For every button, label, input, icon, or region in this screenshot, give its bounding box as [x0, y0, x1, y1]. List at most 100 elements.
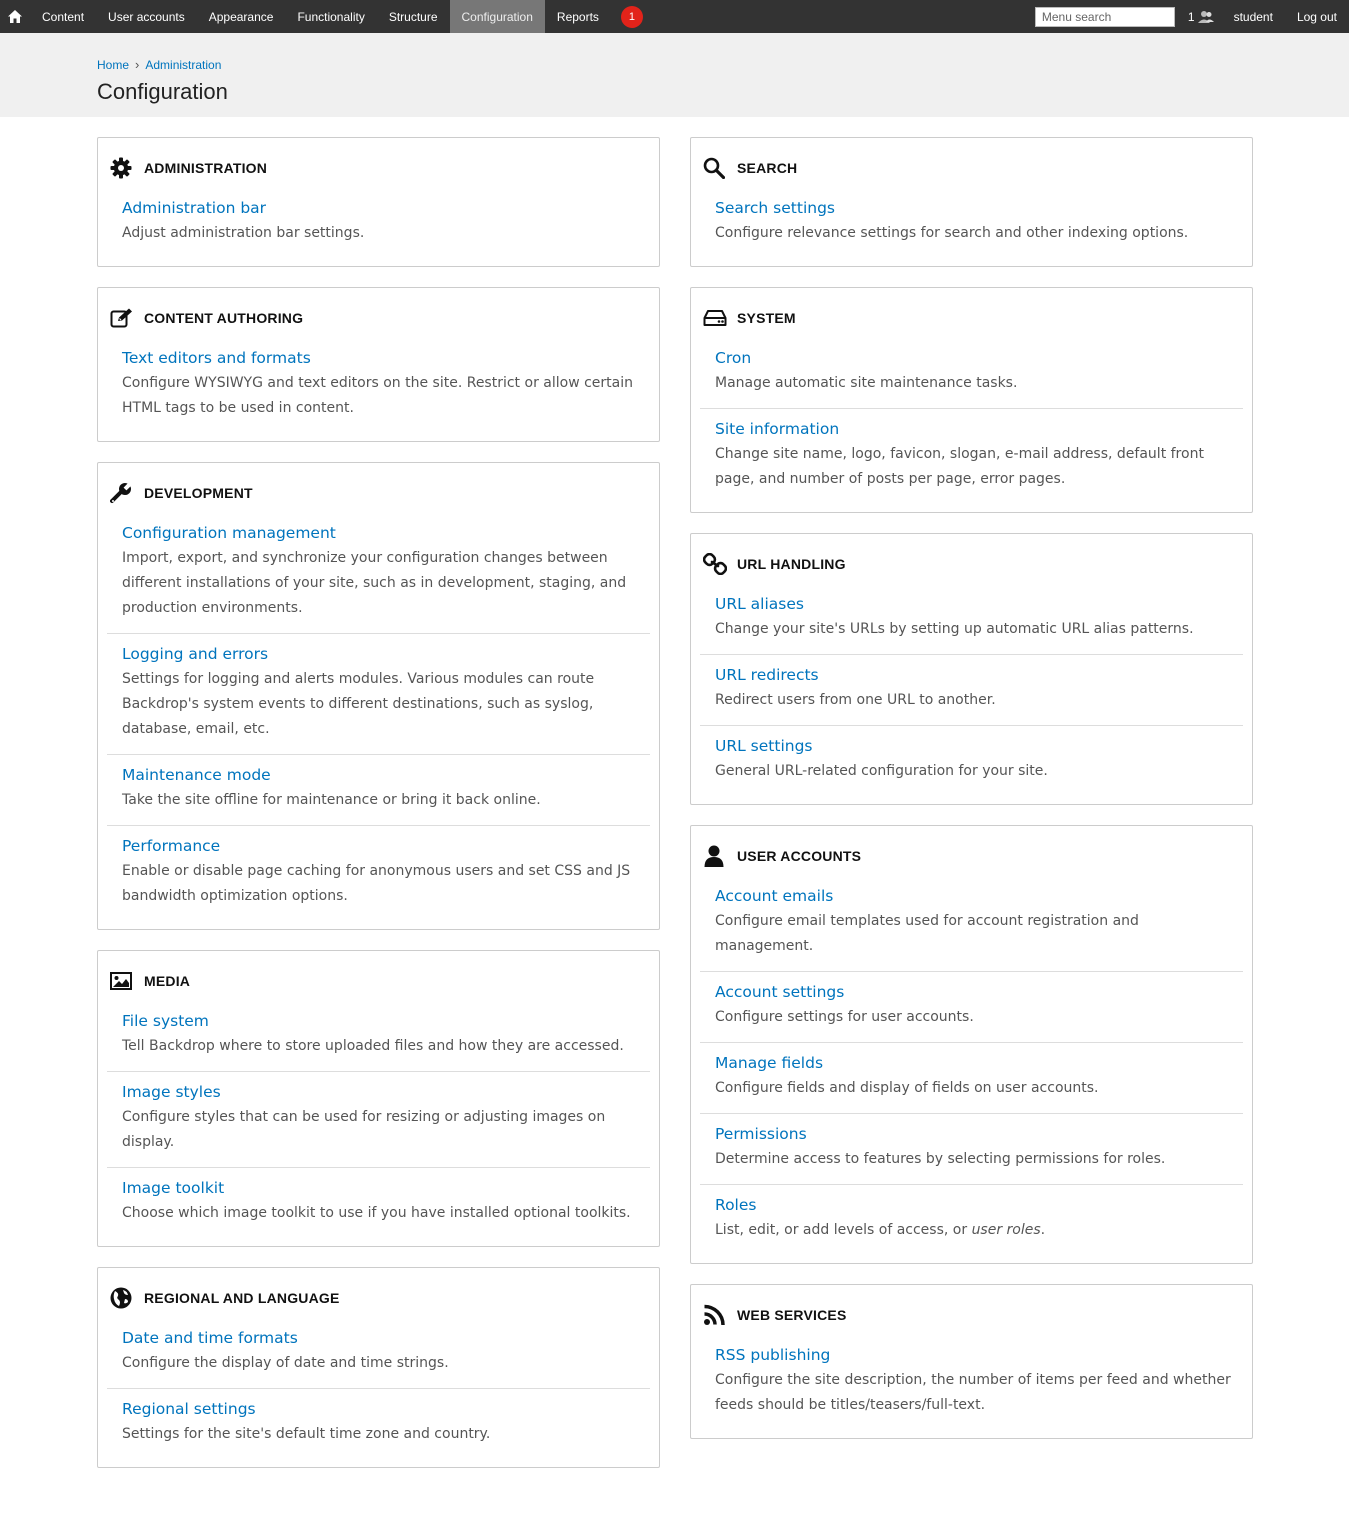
- link-file-system[interactable]: File system: [122, 1011, 209, 1032]
- config-item: Text editors and formats Configure WYSIWY…: [107, 338, 650, 441]
- config-item: URL settings General URL-related configur…: [700, 725, 1243, 804]
- breadcrumb-home[interactable]: Home: [97, 58, 129, 72]
- panel-administration: Administration Administration bar Adjust a…: [97, 137, 660, 267]
- item-description: Configure the site description, the numb…: [715, 1368, 1243, 1418]
- config-item: Image toolkit Choose which image toolkit …: [107, 1167, 650, 1246]
- panel-header: Search: [703, 157, 1243, 179]
- nav-content[interactable]: Content: [30, 0, 96, 33]
- link-url-aliases[interactable]: URL aliases: [715, 594, 804, 615]
- description-text: Tell Backdrop where to store uploaded fi…: [122, 1038, 624, 1054]
- online-users-count: 1: [1187, 9, 1195, 24]
- link-permissions[interactable]: Permissions: [715, 1124, 807, 1145]
- notification-badge[interactable]: 1: [611, 0, 653, 33]
- description-text: Configure email templates used for accou…: [715, 913, 1139, 954]
- item-description: Redirect users from one URL to another.: [715, 688, 1243, 713]
- link-roles[interactable]: Roles: [715, 1195, 756, 1216]
- panel-items: URL aliases Change your site's URLs by se…: [700, 584, 1243, 804]
- menu-search-input[interactable]: [1034, 6, 1175, 27]
- item-description: Configure the display of date and time s…: [122, 1351, 650, 1376]
- panel-title: Content authoring: [144, 310, 304, 326]
- link-rss-publishing[interactable]: RSS publishing: [715, 1345, 830, 1366]
- link-logging-and-errors[interactable]: Logging and errors: [122, 644, 268, 665]
- page-header: Home › Administration Configuration: [0, 33, 1349, 117]
- panel-items: RSS publishing Configure the site descrip…: [700, 1335, 1243, 1438]
- link-administration-bar[interactable]: Administration bar: [122, 198, 266, 219]
- config-item: URL redirects Redirect users from one URL…: [700, 654, 1243, 725]
- user-account-link[interactable]: student: [1222, 10, 1285, 24]
- description-text: Change site name, logo, favicon, slogan,…: [715, 446, 1204, 487]
- config-item: Cron Manage automatic site maintenance ta…: [700, 338, 1243, 408]
- link-url-redirects[interactable]: URL redirects: [715, 665, 819, 686]
- link-account-emails[interactable]: Account emails: [715, 886, 833, 907]
- panel-items: Search settings Configure relevance setti…: [700, 188, 1243, 266]
- link-image-styles[interactable]: Image styles: [122, 1082, 221, 1103]
- item-description: Change site name, logo, favicon, slogan,…: [715, 442, 1243, 492]
- description-text: Enable or disable page caching for anony…: [122, 863, 631, 904]
- panel-items: Text editors and formats Configure WYSIWY…: [107, 338, 650, 441]
- description-text: Manage automatic site maintenance tasks.: [715, 375, 1018, 391]
- link-performance[interactable]: Performance: [122, 836, 220, 857]
- link-site-information[interactable]: Site information: [715, 419, 839, 440]
- description-text: Configure fields and display of fields o…: [715, 1080, 1099, 1096]
- link-cron[interactable]: Cron: [715, 348, 751, 369]
- description-text: Configure WYSIWYG and text editors on th…: [122, 375, 633, 416]
- item-description: Take the site offline for maintenance or…: [122, 788, 650, 813]
- nav-configuration[interactable]: Configuration: [449, 0, 545, 33]
- item-description: Adjust administration bar settings.: [122, 221, 650, 246]
- description-emphasis: user roles: [971, 1222, 1041, 1238]
- link-account-settings[interactable]: Account settings: [715, 982, 844, 1003]
- panel-title: User accounts: [737, 848, 862, 864]
- link-image-toolkit[interactable]: Image toolkit: [122, 1178, 224, 1199]
- item-description: Tell Backdrop where to store uploaded fi…: [122, 1034, 650, 1059]
- nav-user-accounts[interactable]: User accounts: [96, 0, 197, 33]
- description-text: List, edit, or add levels of access, or: [715, 1222, 972, 1238]
- panel-header: Media: [110, 970, 650, 992]
- notification-count: 1: [620, 5, 643, 28]
- panel-url-handling: URL handling URL aliases Change your site'…: [690, 533, 1253, 805]
- gear-icon: [110, 157, 134, 179]
- link-manage-fields[interactable]: Manage fields: [715, 1053, 823, 1074]
- panel-title: System: [737, 310, 796, 326]
- panel-title: Media: [144, 973, 191, 989]
- link-configuration-management[interactable]: Configuration management: [122, 523, 336, 544]
- nav-reports[interactable]: Reports: [545, 0, 611, 33]
- panel-header: User accounts: [703, 845, 1243, 867]
- nav-structure[interactable]: Structure: [377, 0, 450, 33]
- nav-functionality[interactable]: Functionality: [285, 0, 376, 33]
- item-description: Configure WYSIWYG and text editors on th…: [122, 371, 650, 421]
- description-text: Configure the site description, the numb…: [715, 1372, 1231, 1413]
- panel-items: Configuration management Import, export, …: [107, 513, 650, 929]
- page-title: Configuration: [97, 79, 228, 104]
- panel-header: Development: [110, 482, 650, 504]
- left-column: Administration Administration bar Adjust a…: [97, 137, 660, 1468]
- panel-title: URL handling: [737, 556, 846, 572]
- hard-drive-icon: [703, 307, 727, 329]
- config-item: Administration bar Adjust administration …: [107, 188, 650, 266]
- config-item: Manage fields Configure fields and displa…: [700, 1042, 1243, 1113]
- admin-bar: Content User accounts Appearance Functio…: [0, 0, 1349, 33]
- item-description: Manage automatic site maintenance tasks.: [715, 371, 1243, 396]
- logout-link[interactable]: Log out: [1285, 10, 1349, 24]
- description-text: Adjust administration bar settings.: [122, 225, 365, 241]
- item-description: Enable or disable page caching for anony…: [122, 859, 650, 909]
- link-search-settings[interactable]: Search settings: [715, 198, 835, 219]
- globe-icon: [110, 1287, 134, 1309]
- panel-items: Cron Manage automatic site maintenance ta…: [700, 338, 1243, 512]
- panel-title: Web services: [737, 1307, 847, 1323]
- breadcrumb-administration[interactable]: Administration: [145, 58, 221, 72]
- nav-appearance[interactable]: Appearance: [197, 0, 286, 33]
- description-text: Change your site's URLs by setting up au…: [715, 621, 1194, 637]
- online-users[interactable]: 1: [1185, 10, 1222, 24]
- link-regional-settings[interactable]: Regional settings: [122, 1399, 256, 1420]
- link-maintenance-mode[interactable]: Maintenance mode: [122, 765, 271, 786]
- config-item: Logging and errors Settings for logging a…: [107, 633, 650, 754]
- home-link[interactable]: [0, 0, 30, 33]
- image-icon: [110, 970, 134, 992]
- item-description: Settings for the site's default time zon…: [122, 1422, 650, 1447]
- description-text: Redirect users from one URL to another.: [715, 692, 996, 708]
- link-url-settings[interactable]: URL settings: [715, 736, 813, 757]
- link-text-editors-and-formats[interactable]: Text editors and formats: [122, 348, 311, 369]
- right-column: Search Search settings Configure relevance…: [690, 137, 1253, 1439]
- link-date-and-time-formats[interactable]: Date and time formats: [122, 1328, 298, 1349]
- item-description: Choose which image toolkit to use if you…: [122, 1201, 650, 1226]
